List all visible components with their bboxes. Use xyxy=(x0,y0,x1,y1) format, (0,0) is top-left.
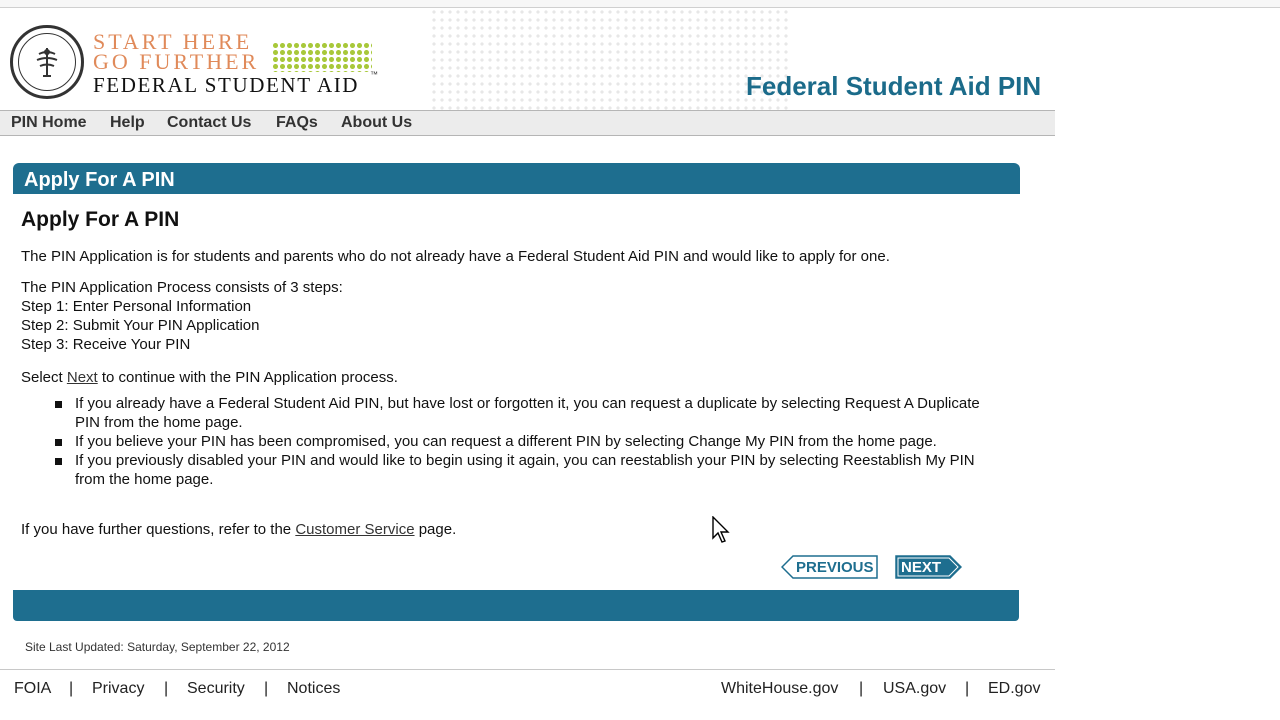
footer-separator: | xyxy=(965,680,970,697)
intro-text: The PIN Application is for students and … xyxy=(21,248,890,265)
footer-link-foia[interactable]: FOIA xyxy=(14,680,51,698)
next-link[interactable]: Next xyxy=(67,369,98,386)
nav-about-us[interactable]: About Us xyxy=(341,114,412,132)
list-item: If you already have a Federal Student Ai… xyxy=(55,394,1005,432)
steps-intro: The PIN Application Process consists of … xyxy=(21,279,343,296)
footer-separator: | xyxy=(164,680,169,697)
further-prefix: If you have further questions, refer to … xyxy=(21,521,296,538)
site-title: Federal Student Aid PIN xyxy=(746,71,1042,101)
footer-divider xyxy=(0,669,1055,670)
further-suffix: page. xyxy=(414,521,457,538)
logo-dot-graphic xyxy=(272,42,372,72)
browser-top-edge xyxy=(0,0,1280,8)
nav-help[interactable]: Help xyxy=(110,114,145,132)
logo-go-further: GO FURTHER xyxy=(93,49,260,74)
next-button[interactable]: NEXT xyxy=(895,555,962,579)
footer-link-privacy[interactable]: Privacy xyxy=(92,680,144,698)
footer-link-whitehouse[interactable]: WhiteHouse.gov xyxy=(721,680,838,698)
select-prefix: Select xyxy=(21,369,67,386)
previous-button[interactable]: PREVIOUS xyxy=(781,555,878,579)
site-header: START HERE GO FURTHER FEDERAL STUDENT AI… xyxy=(0,8,1055,110)
footer-separator: | xyxy=(69,680,74,697)
header-dot-pattern xyxy=(430,8,790,110)
logo-trademark: ™ xyxy=(370,70,378,79)
footer-link-security[interactable]: Security xyxy=(187,680,245,698)
step-2: Step 2: Submit Your PIN Application xyxy=(21,317,260,334)
previous-button-label: PREVIOUS xyxy=(796,559,874,576)
main-nav: PIN Home Help Contact Us FAQs About Us xyxy=(0,110,1055,136)
nav-faqs[interactable]: FAQs xyxy=(276,114,318,132)
further-questions-text: If you have further questions, refer to … xyxy=(21,521,456,538)
logo-federal-student-aid: FEDERAL STUDENT AID xyxy=(93,73,360,97)
page-heading: Apply For A PIN xyxy=(21,208,180,231)
footer-link-ed-gov[interactable]: ED.gov xyxy=(988,680,1040,698)
nav-contact-us[interactable]: Contact Us xyxy=(167,114,251,132)
panel-header: Apply For A PIN xyxy=(13,163,1020,194)
info-bullets: If you already have a Federal Student Ai… xyxy=(55,394,1005,489)
footer-link-usa-gov[interactable]: USA.gov xyxy=(883,680,946,698)
step-1: Step 1: Enter Personal Information xyxy=(21,298,252,315)
step-3: Step 3: Receive Your PIN xyxy=(21,336,191,353)
nav-pin-home[interactable]: PIN Home xyxy=(11,114,87,132)
footer-separator: | xyxy=(264,680,269,697)
footer-link-notices[interactable]: Notices xyxy=(287,680,340,698)
next-button-label: NEXT xyxy=(901,559,942,576)
site-last-updated: Site Last Updated: Saturday, September 2… xyxy=(25,640,290,654)
footer-separator: | xyxy=(859,680,864,697)
panel-header-title: Apply For A PIN xyxy=(24,169,175,191)
select-next-text: Select Next to continue with the PIN App… xyxy=(21,369,398,386)
list-item: If you believe your PIN has been comprom… xyxy=(55,432,1005,451)
panel-footer-bar xyxy=(13,590,1019,621)
mouse-pointer-icon xyxy=(712,516,730,543)
department-of-education-seal-icon[interactable] xyxy=(10,25,84,99)
list-item: If you previously disabled your PIN and … xyxy=(55,451,1005,489)
customer-service-link[interactable]: Customer Service xyxy=(295,521,414,538)
select-suffix: to continue with the PIN Application pro… xyxy=(97,369,398,386)
